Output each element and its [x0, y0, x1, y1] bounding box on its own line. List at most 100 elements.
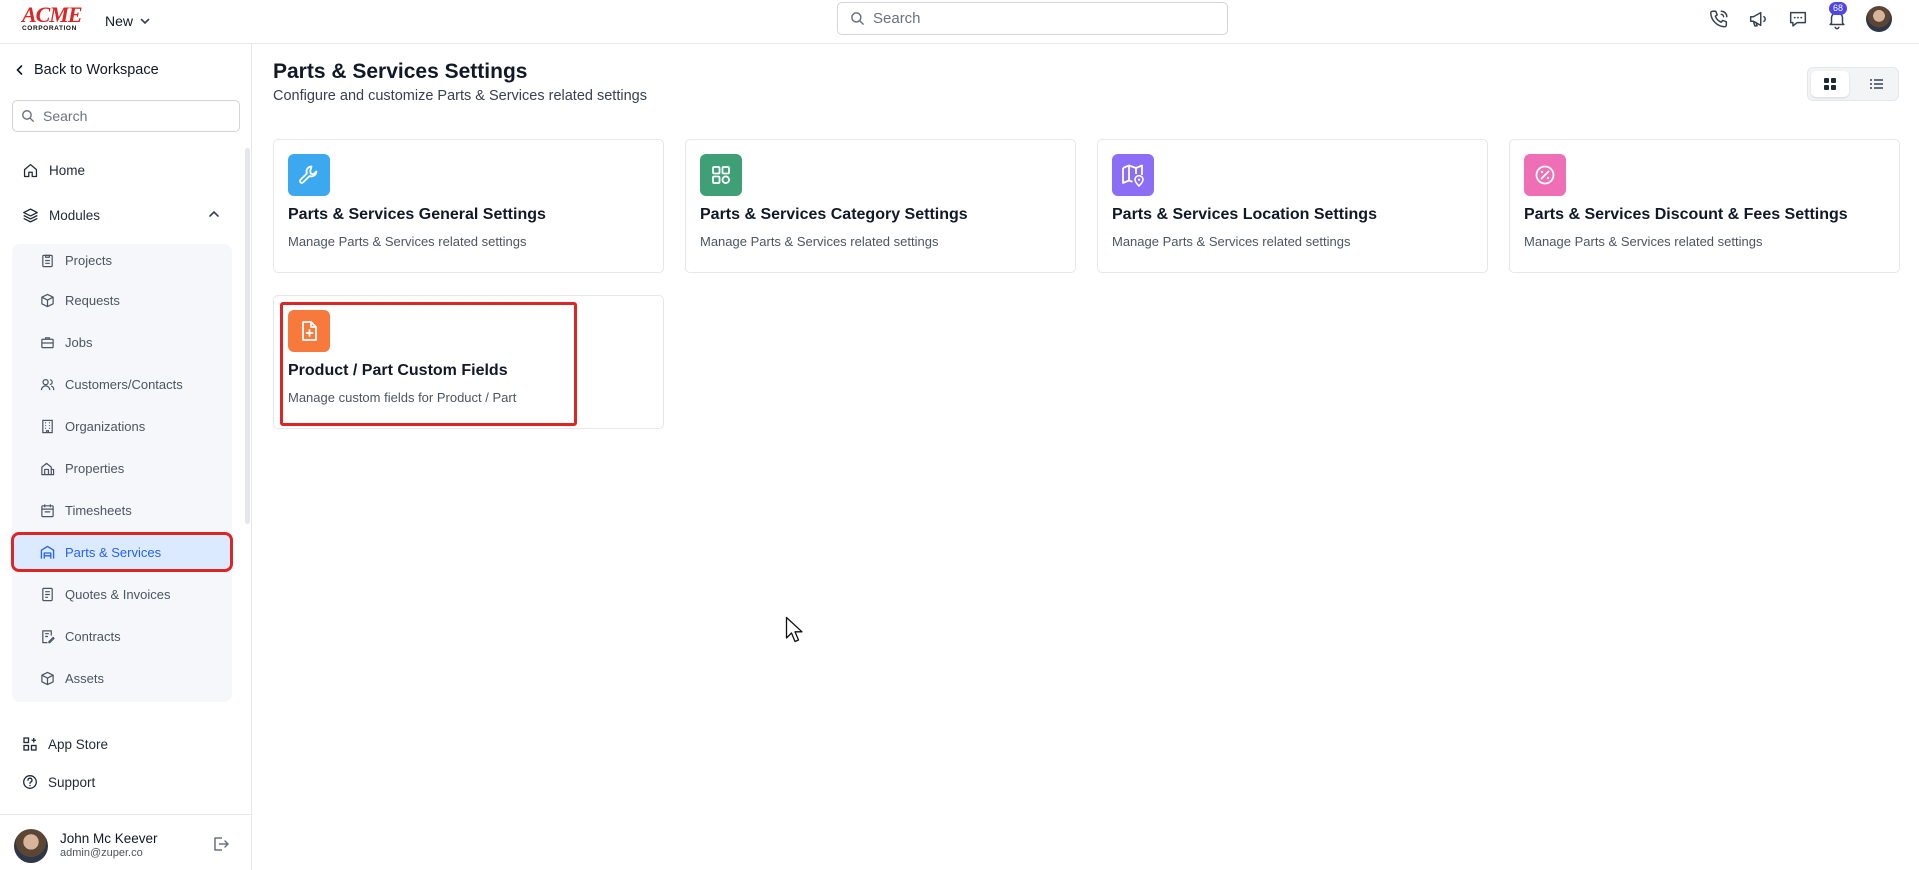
new-label: New — [105, 13, 134, 29]
list-view-icon — [1869, 77, 1884, 91]
top-bar: ACME CORPORATION New 68 — [0, 0, 1919, 44]
module-label: Contracts — [65, 628, 121, 644]
global-search[interactable] — [837, 2, 1228, 35]
sidebar-item-properties[interactable]: Properties — [14, 451, 230, 485]
sidebar-item-modules[interactable]: Modules — [22, 207, 100, 224]
home-label: Home — [49, 163, 86, 178]
card-description: Manage Parts & Services related settings — [288, 234, 527, 249]
logo-subtext: CORPORATION — [22, 25, 77, 32]
settings-card-general[interactable]: Parts & Services General Settings Manage… — [273, 139, 664, 273]
card-description: Manage Parts & Services related settings — [1112, 234, 1351, 249]
grid-view-icon — [1823, 77, 1837, 91]
module-label: Parts & Services — [65, 544, 162, 560]
card-title: Parts & Services Category Settings — [700, 206, 968, 223]
box-icon — [40, 293, 55, 308]
search-icon — [850, 11, 865, 26]
acme-logo[interactable]: ACME CORPORATION — [22, 2, 85, 33]
clipboard-icon — [40, 253, 55, 268]
module-label: Jobs — [65, 334, 93, 350]
mouse-cursor-icon — [785, 616, 805, 644]
sidebar-item-support[interactable]: Support — [22, 774, 95, 790]
card-description: Manage Parts & Services related settings — [1524, 234, 1763, 249]
sidebar-item-jobs[interactable]: Jobs — [14, 325, 230, 359]
support-label: Support — [48, 774, 96, 790]
search-icon — [21, 109, 35, 123]
sidebar-item-customers[interactable]: Customers/Contacts — [14, 367, 230, 401]
user-email: admin@zuper.co — [60, 847, 143, 859]
settings-card-custom-fields[interactable]: Product / Part Custom Fields Manage cust… — [273, 295, 664, 429]
sidebar-item-assets[interactable]: Assets — [14, 661, 230, 695]
app-store-label: App Store — [48, 736, 109, 752]
list-view-button[interactable] — [1857, 71, 1895, 97]
sidebar-item-home[interactable]: Home — [22, 162, 85, 179]
module-label: Requests — [65, 292, 120, 308]
user-profile: John Mc Keever admin@zuper.co — [0, 814, 252, 870]
sidebar-search[interactable] — [12, 100, 240, 132]
property-icon — [40, 461, 55, 476]
logo-text: ACME — [22, 2, 83, 27]
back-label: Back to Workspace — [34, 62, 159, 78]
back-to-workspace-link[interactable]: Back to Workspace — [14, 62, 159, 78]
logout-icon[interactable] — [212, 835, 230, 853]
card-description: Manage Parts & Services related settings — [700, 234, 939, 249]
card-description: Manage custom fields for Product / Part — [288, 390, 517, 405]
cube-icon — [40, 671, 55, 686]
page-title: Parts & Services Settings — [273, 60, 528, 83]
user-name: John Mc Keever — [60, 831, 158, 846]
sidebar-search-input[interactable] — [43, 108, 223, 124]
module-label: Organizations — [65, 418, 146, 434]
layers-icon — [22, 207, 39, 224]
view-toggle — [1807, 67, 1899, 101]
card-title: Product / Part Custom Fields — [288, 362, 508, 379]
percent-icon — [1524, 154, 1566, 196]
sidebar-item-requests[interactable]: Requests — [14, 283, 230, 317]
warehouse-icon — [40, 545, 55, 560]
settings-card-location[interactable]: Parts & Services Location Settings Manag… — [1097, 139, 1488, 273]
module-label: Quotes & Invoices — [65, 586, 171, 602]
contract-icon — [40, 629, 55, 644]
briefcase-icon — [40, 335, 55, 350]
module-label: Timesheets — [65, 502, 132, 518]
module-label: Customers/Contacts — [65, 376, 183, 392]
sidebar-item-projects[interactable]: Projects — [14, 243, 230, 277]
avatar[interactable] — [14, 829, 48, 863]
grid-icon — [700, 154, 742, 196]
chevron-up-icon[interactable] — [207, 207, 221, 221]
phone-icon[interactable] — [1708, 8, 1732, 32]
home-icon — [22, 162, 39, 179]
sidebar: Back to Workspace Home Modules Projects … — [0, 44, 252, 870]
card-title: Parts & Services General Settings — [288, 206, 546, 223]
page-subtitle: Configure and customize Parts & Services… — [273, 88, 647, 104]
sidebar-scrollbar[interactable] — [245, 148, 250, 524]
sidebar-item-contracts[interactable]: Contracts — [14, 619, 230, 653]
sidebar-item-parts-services[interactable]: Parts & Services — [11, 532, 233, 572]
sidebar-item-organizations[interactable]: Organizations — [14, 409, 230, 443]
module-label: Assets — [65, 670, 105, 686]
grid-view-button[interactable] — [1811, 71, 1849, 97]
apps-icon — [22, 736, 38, 752]
sidebar-item-quotes-invoices[interactable]: Quotes & Invoices — [14, 577, 230, 611]
chevron-down-icon — [139, 15, 151, 27]
invoice-icon — [40, 587, 55, 602]
users-icon — [40, 377, 55, 392]
megaphone-icon[interactable] — [1747, 8, 1771, 32]
wrench-icon — [288, 154, 330, 196]
user-avatar[interactable] — [1866, 6, 1892, 32]
global-search-input[interactable] — [873, 10, 1203, 27]
sidebar-item-app-store[interactable]: App Store — [22, 736, 108, 752]
notification-badge: 68 — [1829, 2, 1847, 15]
modules-label: Modules — [49, 208, 101, 223]
settings-card-category[interactable]: Parts & Services Category Settings Manag… — [685, 139, 1076, 273]
help-icon — [22, 774, 38, 790]
chevron-left-icon — [14, 64, 26, 76]
module-label: Projects — [65, 252, 112, 268]
settings-card-discount-fees[interactable]: Parts & Services Discount & Fees Setting… — [1509, 139, 1900, 273]
new-dropdown-button[interactable]: New — [105, 10, 151, 32]
chat-icon[interactable] — [1787, 8, 1811, 32]
calendar-icon — [40, 503, 55, 518]
sidebar-item-timesheets[interactable]: Timesheets — [14, 493, 230, 527]
module-label: Properties — [65, 460, 125, 476]
card-title: Parts & Services Location Settings — [1112, 206, 1377, 223]
file-plus-icon — [288, 310, 330, 352]
map-pin-icon — [1112, 154, 1154, 196]
